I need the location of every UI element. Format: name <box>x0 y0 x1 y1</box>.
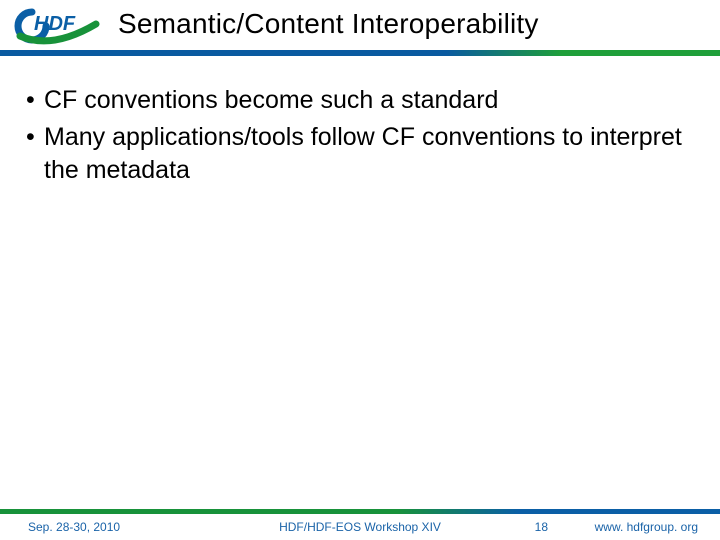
footer-url: www. hdfgroup. org <box>595 520 698 534</box>
svg-text:HDF: HDF <box>34 13 76 35</box>
bullet-list: • CF conventions become such a standard … <box>24 84 696 187</box>
bullet-icon: • <box>24 121 44 154</box>
bullet-text: Many applications/tools follow CF conven… <box>44 121 696 187</box>
footer-center: HDF/HDF-EOS Workshop XIV <box>279 520 441 534</box>
hdf-logo-icon: HDF <box>14 6 100 46</box>
slide-footer: Sep. 28-30, 2010 HDF/HDF-EOS Workshop XI… <box>0 514 720 540</box>
slide-header: HDF Semantic/Content Interoperability <box>0 0 720 56</box>
footer-date: Sep. 28-30, 2010 <box>28 520 120 534</box>
footer-page-number: 18 <box>535 520 548 534</box>
list-item: • Many applications/tools follow CF conv… <box>24 121 696 187</box>
slide: HDF Semantic/Content Interoperability • … <box>0 0 720 540</box>
slide-title: Semantic/Content Interoperability <box>118 8 539 40</box>
bullet-icon: • <box>24 84 44 117</box>
list-item: • CF conventions become such a standard <box>24 84 696 117</box>
slide-body: • CF conventions become such a standard … <box>24 84 696 191</box>
header-separator <box>0 50 720 56</box>
bullet-text: CF conventions become such a standard <box>44 84 696 117</box>
